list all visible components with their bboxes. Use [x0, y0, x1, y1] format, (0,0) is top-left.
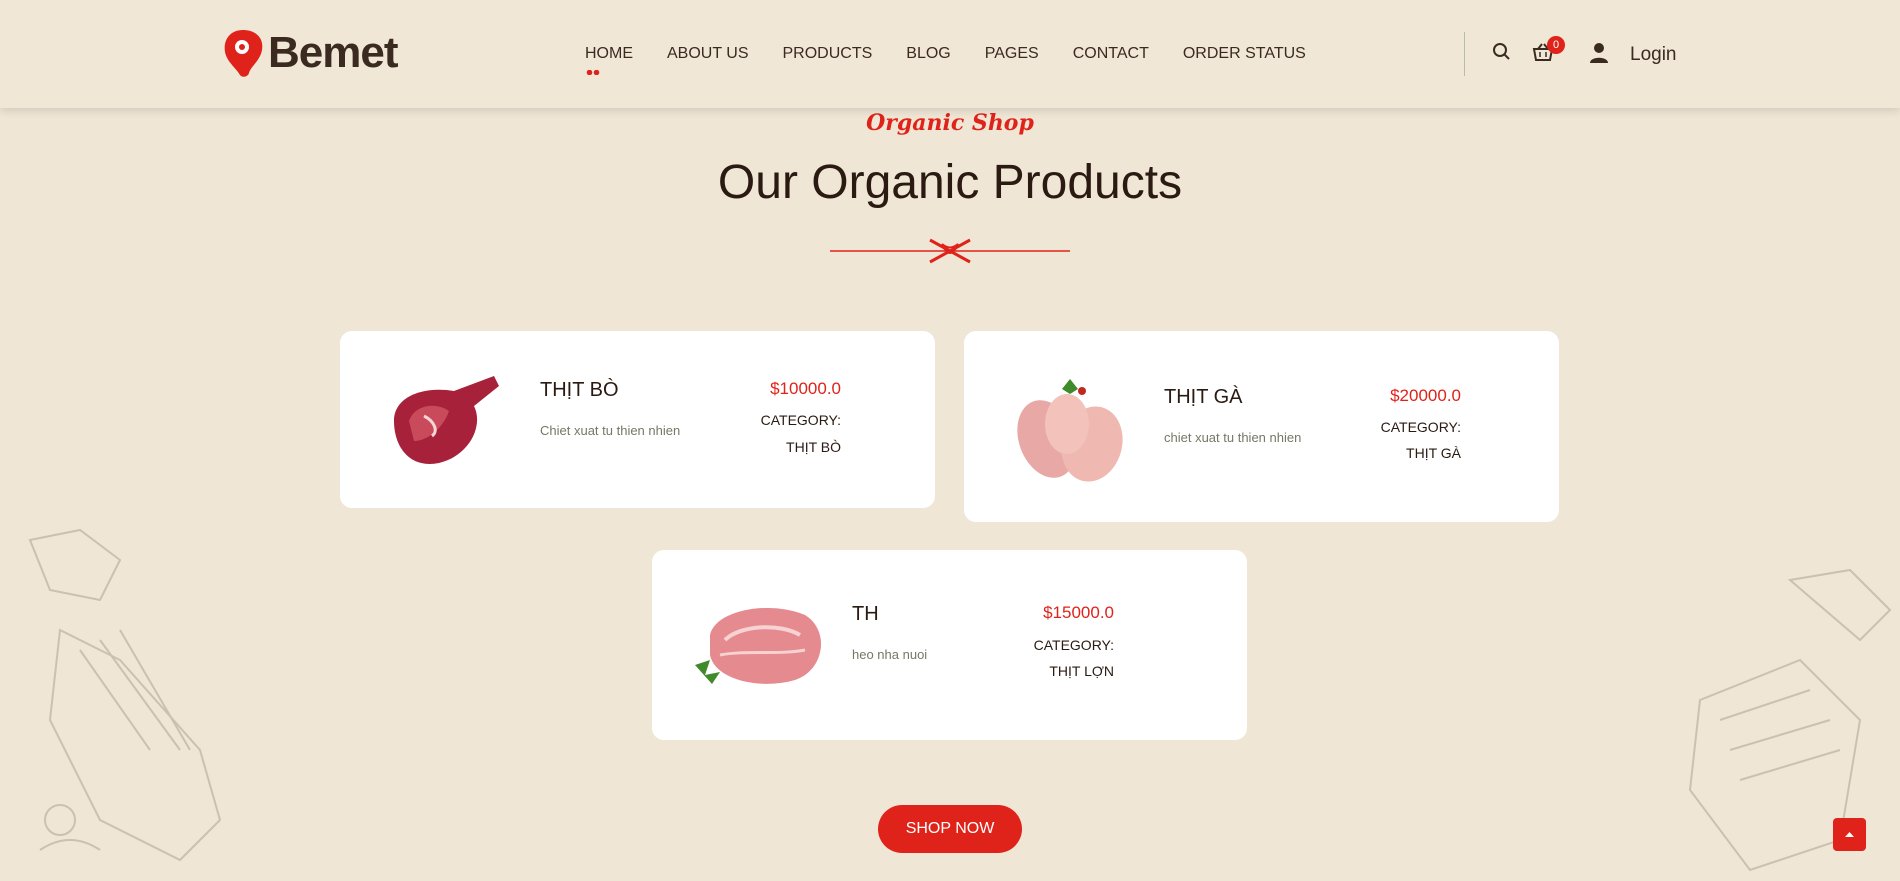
back-to-top-button[interactable]	[1833, 818, 1866, 851]
product-category-label: CATEGORY:	[760, 412, 841, 428]
nav-order-status[interactable]: ORDER STATUS	[1183, 45, 1306, 63]
product-category-label: CATEGORY:	[1380, 419, 1461, 435]
product-category[interactable]: THỊT GÀ	[1406, 445, 1461, 461]
nav-pages[interactable]: PAGES	[985, 45, 1039, 63]
chicken-image	[1017, 379, 1123, 482]
product-category[interactable]: THỊT BÒ	[786, 439, 841, 455]
product-description: chiet xuat tu thien nhien	[1164, 430, 1302, 445]
header-divider	[1464, 32, 1465, 76]
beef-image	[394, 376, 499, 464]
section-title: Our Organic Products	[717, 156, 1183, 209]
product-category-label: CATEGORY:	[1033, 637, 1114, 653]
search-icon[interactable]	[1492, 42, 1512, 62]
product-price: $20000.0	[1390, 386, 1461, 405]
nav-products[interactable]: PRODUCTS	[783, 45, 873, 63]
product-description: heo nha nuoi	[852, 647, 928, 662]
ribbon-divider	[830, 238, 1070, 264]
nav-contact[interactable]: CONTACT	[1073, 45, 1149, 63]
main-nav: HOME ABOUT US PRODUCTS BLOG PAGES CONTAC…	[585, 45, 1340, 75]
cart-count-badge: 0	[1547, 36, 1565, 54]
section-subtitle: Organic Shop	[866, 110, 1034, 136]
product-card[interactable]: TH heo nha nuoi $15000.0 CATEGORY: THỊT …	[652, 550, 1247, 740]
pork-image	[695, 607, 822, 684]
nav-blog[interactable]: BLOG	[906, 45, 950, 63]
brand-logo[interactable]: Bemet	[222, 28, 398, 78]
chevron-up-icon	[1845, 832, 1854, 837]
product-card[interactable]: THỊT BÒ Chiet xuat tu thien nhien $10000…	[340, 331, 935, 508]
login-link[interactable]: Login	[1630, 44, 1677, 66]
product-name[interactable]: THỊT BÒ	[540, 379, 619, 402]
product-name[interactable]: TH	[852, 603, 879, 626]
user-icon[interactable]	[1588, 42, 1610, 64]
product-price: $15000.0	[1043, 603, 1114, 622]
meat-logo-icon	[224, 30, 263, 77]
nav-about-us[interactable]: ABOUT US	[667, 45, 749, 63]
shop-now-button[interactable]: SHOP NOW	[878, 805, 1022, 853]
nav-home[interactable]: HOME	[585, 45, 633, 75]
meat-sketch-left	[28, 528, 222, 862]
site-header: Bemet HOME ABOUT US PRODUCTS BLOG PAGES …	[0, 0, 1900, 108]
product-category[interactable]: THỊT LỢN	[1049, 663, 1114, 679]
product-price: $10000.0	[770, 379, 841, 398]
product-description: Chiet xuat tu thien nhien	[540, 423, 681, 438]
product-name[interactable]: THỊT GÀ	[1164, 386, 1243, 409]
brand-name: Bemet	[268, 28, 398, 77]
product-card[interactable]: THỊT GÀ chiet xuat tu thien nhien $20000…	[964, 331, 1559, 522]
